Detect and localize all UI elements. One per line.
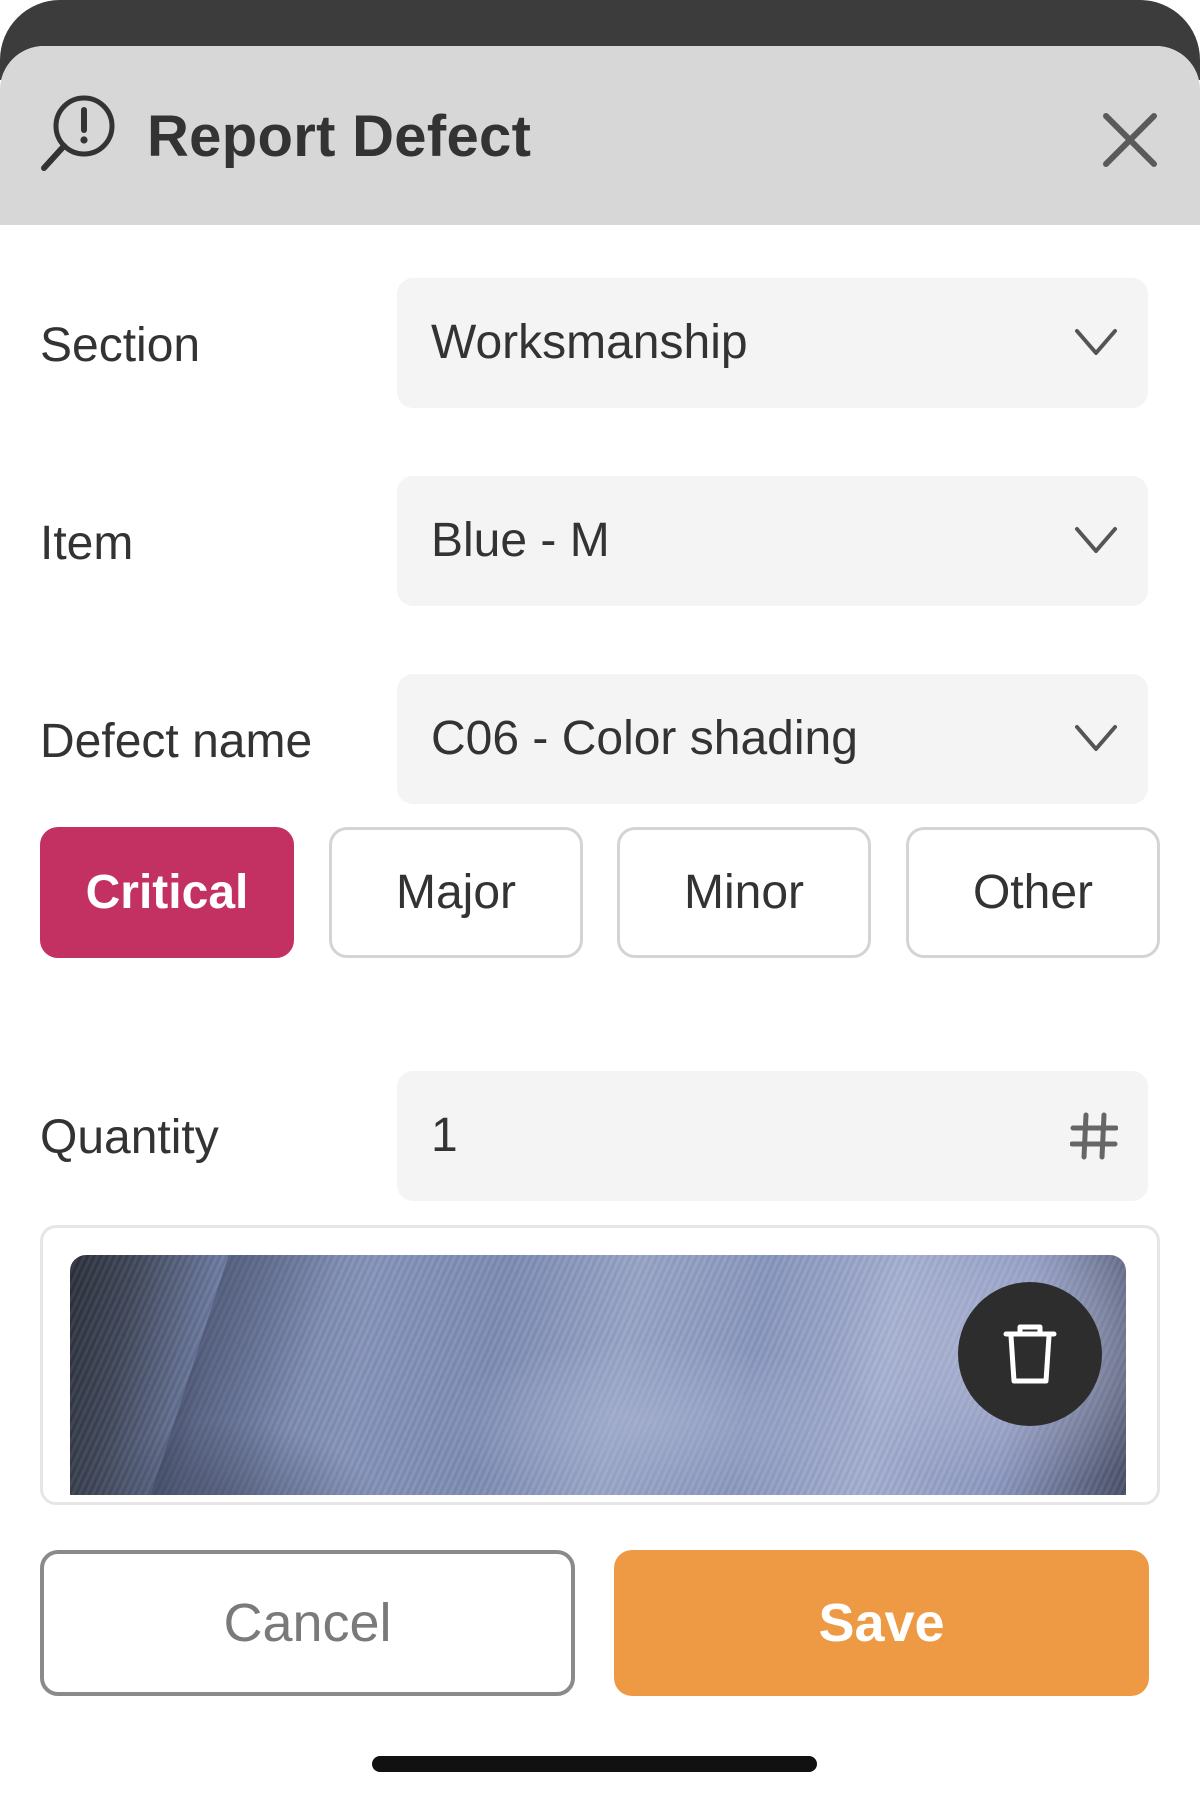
severity-critical-button[interactable]: Critical	[40, 827, 294, 958]
photo-fabric-fold	[147, 1255, 373, 1495]
phone-screen: Report Defect Section Worksmanship Item …	[0, 0, 1200, 1800]
delete-photo-button[interactable]	[958, 1282, 1102, 1426]
section-value: Worksmanship	[431, 316, 748, 369]
defect-name-select[interactable]: C06 - Color shading	[397, 674, 1148, 804]
section-label: Section	[40, 319, 201, 372]
save-button[interactable]: Save	[614, 1550, 1149, 1696]
sheet-header: Report Defect	[0, 46, 1200, 225]
hash-icon	[1070, 1112, 1118, 1160]
page-title: Report Defect	[147, 104, 532, 169]
quantity-label: Quantity	[40, 1111, 219, 1164]
severity-major-button[interactable]: Major	[329, 827, 583, 958]
section-select[interactable]: Worksmanship	[397, 278, 1148, 408]
chevron-down-icon	[1075, 527, 1117, 553]
item-value: Blue - M	[431, 514, 610, 567]
severity-other-button[interactable]: Other	[906, 827, 1160, 958]
close-icon[interactable]	[1098, 108, 1162, 172]
trash-icon	[1003, 1324, 1057, 1384]
cancel-button[interactable]: Cancel	[40, 1550, 575, 1696]
defect-name-value: C06 - Color shading	[431, 712, 858, 765]
defect-name-label: Defect name	[40, 715, 313, 768]
chevron-down-icon	[1075, 329, 1117, 355]
chevron-down-icon	[1075, 725, 1117, 751]
severity-minor-button[interactable]: Minor	[617, 827, 871, 958]
quantity-input[interactable]: 1	[397, 1071, 1148, 1201]
item-label: Item	[40, 517, 134, 570]
quantity-value: 1	[431, 1109, 458, 1162]
item-select[interactable]: Blue - M	[397, 476, 1148, 606]
home-indicator[interactable]	[372, 1756, 817, 1772]
report-defect-icon	[41, 95, 115, 171]
